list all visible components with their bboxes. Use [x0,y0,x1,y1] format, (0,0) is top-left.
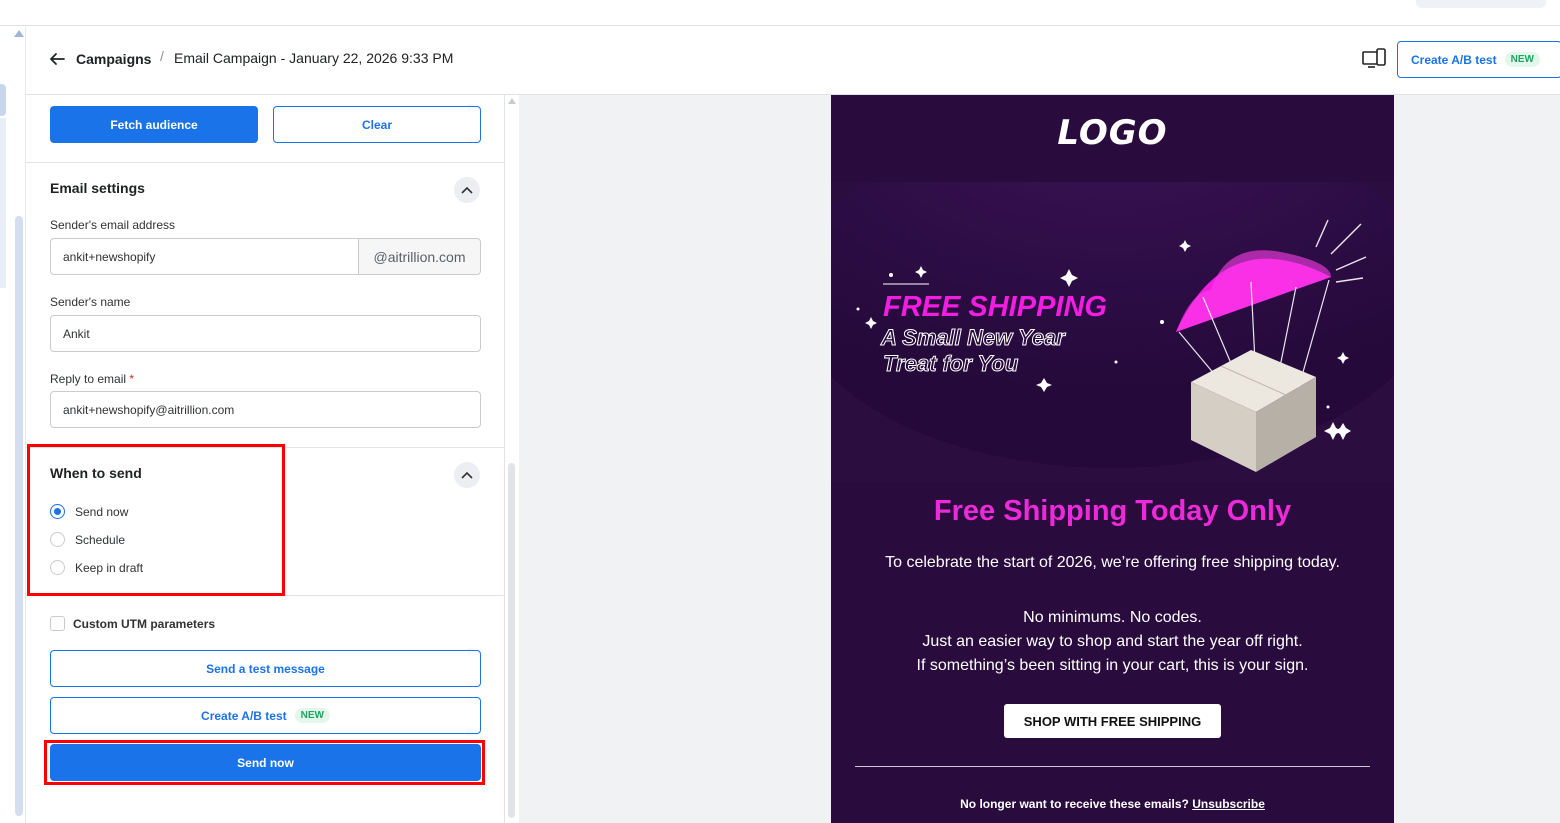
scroll-up-arrow-icon[interactable] [508,98,516,104]
email-intro: To celebrate the start of 2026, we’re of… [885,554,1340,571]
left-rail [0,26,26,823]
custom-utm-label: Custom UTM parameters [73,616,216,631]
email-settings-title: Email settings [50,180,145,196]
sender-email-label: Sender's email address [50,218,176,232]
page-title: Email Campaign - January 22, 2026 9:33 P… [174,50,454,66]
rail-tab[interactable] [0,84,6,116]
email-line: Just an easier way to shop and start the… [922,633,1303,650]
required-marker: * [129,372,135,386]
create-ab-test-label: Create A/B test [1411,52,1497,67]
device-preview-icon[interactable] [1362,48,1386,70]
sender-name-label: Sender's name [50,295,131,309]
sender-email-field[interactable]: ankit+newshopify [50,238,360,275]
custom-utm-checkbox-row[interactable]: Custom UTM parameters [50,616,215,631]
collapse-when-to-send-button[interactable] [454,462,480,488]
unsubscribe-text: No longer want to receive these emails? [960,797,1189,811]
rail-tab-strip [0,118,6,288]
panel-scrollbar[interactable] [505,95,519,823]
new-badge: NEW [294,708,330,723]
custom-utm-checkbox[interactable] [50,616,65,631]
reply-to-field[interactable]: ankit+newshopify@aitrillion.com [50,391,481,428]
scroll-up-arrow-icon[interactable] [14,30,24,37]
create-ab-test-button[interactable]: Create A/B test NEW [50,697,481,734]
send-test-message-button[interactable]: Send a test message [50,650,481,687]
shop-cta-button[interactable]: SHOP WITH FREE SHIPPING [1004,704,1221,738]
unsubscribe-footer: No longer want to receive these emails? … [831,797,1394,811]
clear-button[interactable]: Clear [273,106,481,143]
breadcrumb-campaigns[interactable]: Campaigns [76,51,151,67]
hero-subtitle-line2: Treat for You [883,351,1019,376]
top-bar-pill [1416,0,1546,8]
breadcrumb-separator: / [160,48,164,64]
email-line: If something’s been sitting in your cart… [916,657,1309,674]
email-divider [855,766,1370,767]
back-arrow-icon[interactable] [48,50,66,68]
highlight-send-now [44,740,485,785]
divider [26,162,505,163]
highlight-when-to-send [27,444,285,596]
rail-scrollbar[interactable] [15,216,23,816]
collapse-email-settings-button[interactable] [454,177,480,203]
chevron-up-icon [461,471,473,479]
top-bar [0,0,1560,26]
hero-subtitle-line1: A Small New Year [880,325,1066,350]
scrollbar-thumb[interactable] [508,463,515,818]
email-preview: LOGO FREE SHIPPING A Small New Year Trea… [831,95,1394,823]
email-headline: Free Shipping Today Only [933,495,1292,527]
sender-name-field[interactable]: Ankit [50,315,481,352]
hero-banner-image: FREE SHIPPING A Small New Year Treat for… [831,182,1394,482]
page-header: Campaigns / Email Campaign - January 22,… [26,26,1560,95]
hero-free-shipping-text: FREE SHIPPING [883,291,1107,323]
new-badge: NEW [1504,52,1540,67]
sender-email-domain: @aitrillion.com [358,238,481,275]
email-logo: LOGO [1057,113,1168,153]
reply-to-label-text: Reply to email [50,372,127,386]
create-ab-test-header-button[interactable]: Create A/B test NEW [1397,41,1560,78]
unsubscribe-link[interactable]: Unsubscribe [1192,797,1265,811]
fetch-audience-button[interactable]: Fetch audience [50,106,258,143]
reply-to-label: Reply to email * [50,372,134,386]
email-line: No minimums. No codes. [1023,609,1202,626]
create-ab-test-label: Create A/B test [201,708,287,723]
email-body: No minimums. No codes. Just an easier wa… [831,606,1394,678]
chevron-up-icon [461,186,473,194]
